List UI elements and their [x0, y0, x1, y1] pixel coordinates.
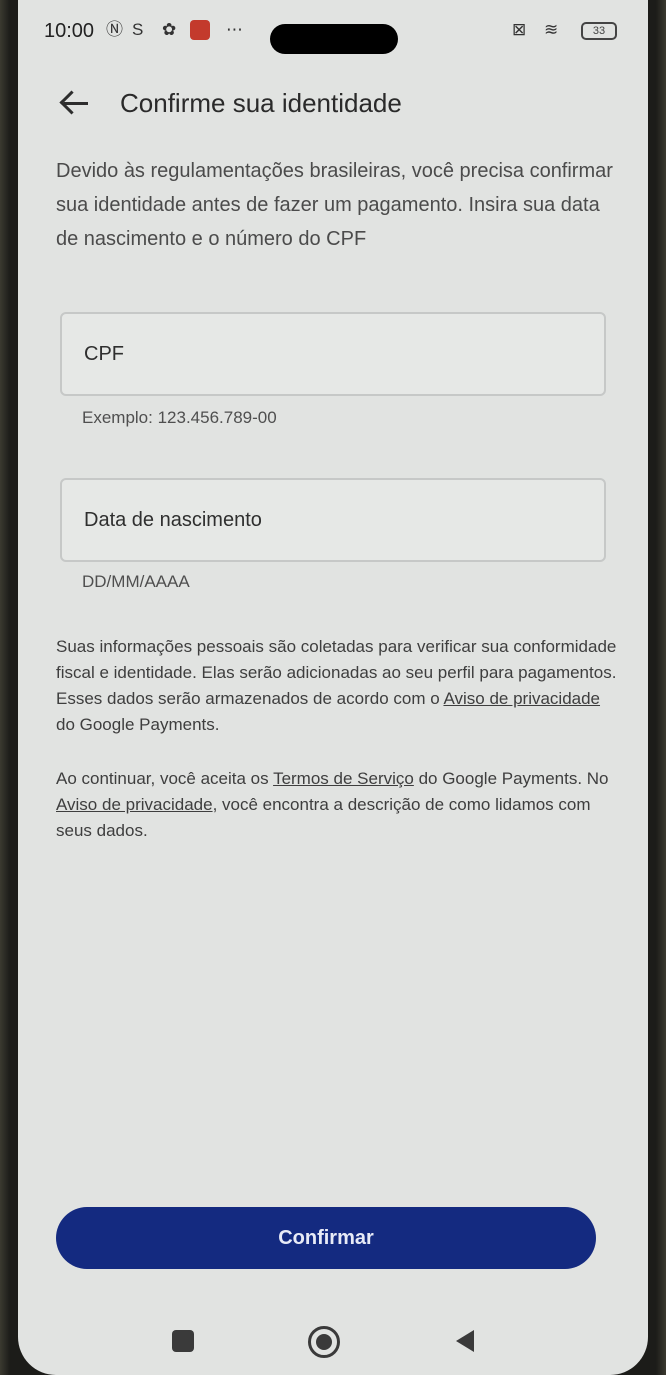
- gear-icon: ✿: [162, 20, 177, 39]
- privacy-text-2: do Google Payments.: [56, 715, 220, 734]
- terms-of-service-link[interactable]: Termos de Serviço: [273, 769, 414, 788]
- s-icon: S: [132, 20, 144, 39]
- app-notification-icon: [190, 20, 210, 40]
- cpf-field[interactable]: [60, 312, 606, 396]
- privacy-notice-link-2[interactable]: Aviso de privacidade: [56, 795, 213, 814]
- status-bar: 10:00 Ⓝ S ✿ ⋯ ⊠ ≋ 33: [18, 0, 648, 62]
- terms-text-2: do Google Payments. No: [413, 769, 609, 788]
- screen: 10:00 Ⓝ S ✿ ⋯ ⊠ ≋ 33 Confirme sua identi…: [18, 0, 648, 1375]
- birthdate-helper-text: DD/MM/AAAA: [82, 572, 190, 591]
- more-icon: ⋯: [226, 20, 243, 39]
- nfc-icon: Ⓝ: [106, 20, 123, 39]
- home-icon[interactable]: [308, 1326, 340, 1358]
- arrow-left-icon: [64, 102, 88, 105]
- intro-text: Devido às regulamentações brasileiras, v…: [56, 160, 613, 250]
- recent-apps-icon[interactable]: [172, 1330, 194, 1352]
- cpf-input[interactable]: [62, 314, 604, 394]
- back-triangle-icon[interactable]: [456, 1330, 474, 1352]
- battery-level: 33: [592, 25, 606, 37]
- birthdate-input[interactable]: [62, 480, 604, 560]
- confirm-button[interactable]: Confirmar: [56, 1207, 596, 1269]
- birthdate-field[interactable]: [60, 478, 606, 562]
- phone-frame: 10:00 Ⓝ S ✿ ⋯ ⊠ ≋ 33 Confirme sua identi…: [0, 0, 666, 1375]
- terms-paragraph: Ao continuar, você aceita os Termos de S…: [56, 766, 618, 844]
- cpf-helper-text: Exemplo: 123.456.789-00: [82, 408, 277, 427]
- terms-text-1: Ao continuar, você aceita os: [56, 769, 274, 788]
- back-button[interactable]: [56, 82, 100, 126]
- status-time: 10:00: [44, 20, 95, 42]
- privacy-paragraph: Suas informações pessoais são coletadas …: [56, 634, 618, 738]
- page-title: Confirme sua identidade: [120, 88, 402, 118]
- camera-notch: [270, 24, 398, 54]
- privacy-notice-link[interactable]: Aviso de privacidade: [443, 689, 600, 708]
- sim-off-icon: ⊠: [512, 20, 527, 39]
- battery-icon: 33: [581, 22, 617, 40]
- wifi-icon: ≋: [544, 20, 559, 39]
